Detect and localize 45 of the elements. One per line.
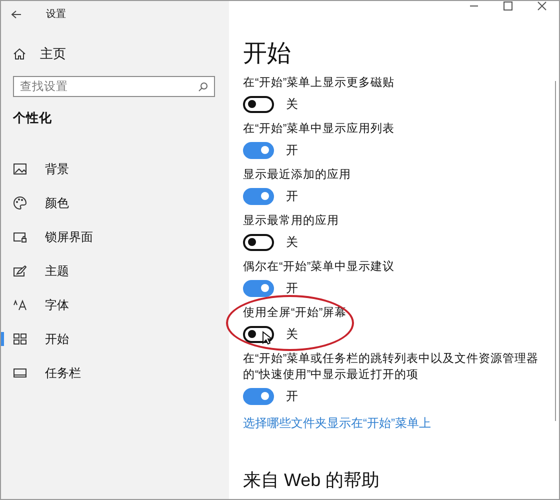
toggle-state: 开: [286, 142, 298, 158]
sidebar-item[interactable]: 颜色: [1, 186, 229, 220]
taskbar-icon: [13, 368, 27, 378]
home-icon: [13, 48, 26, 60]
setting-label: 在“开始”菜单上显示更多磁贴: [243, 76, 396, 91]
sidebar-item[interactable]: 开始: [1, 322, 229, 356]
cursor-icon: [262, 330, 272, 344]
toggle-state: 关: [286, 326, 298, 342]
toggle-switch[interactable]: [243, 96, 274, 112]
window-title: 设置: [46, 8, 66, 21]
home-item[interactable]: 主页: [1, 27, 229, 67]
sidebar-item[interactable]: 背景: [1, 152, 229, 186]
picture-frame-icon: [13, 163, 27, 175]
setting-label: 在“开始”菜单中显示应用列表: [243, 122, 396, 137]
toggle-state: 开: [286, 188, 298, 204]
setting-label: 在“开始”菜单或任务栏的跳转列表中以及文件资源管理器的“快速使用”中显示最近打开的项: [243, 352, 540, 383]
sidebar-item[interactable]: 任务栏: [1, 356, 229, 390]
start-tiles-icon: [13, 333, 27, 345]
toggle-switch[interactable]: [243, 142, 274, 158]
back-icon[interactable]: [11, 10, 22, 18]
toggle-state: 关: [286, 96, 298, 112]
folders-link[interactable]: 选择哪些文件夹显示在“开始”菜单上: [243, 415, 431, 432]
search-field[interactable]: 查找设置: [13, 76, 215, 97]
setting-label: 显示最近添加的应用: [243, 168, 352, 183]
sidebar-item[interactable]: 字体: [1, 288, 229, 322]
scrollbar[interactable]: [555, 81, 556, 421]
page-title: 开始: [243, 39, 292, 69]
sidebar-item[interactable]: 锁屏界面: [1, 220, 229, 254]
search-icon: [198, 82, 208, 92]
sidebar-item[interactable]: 主题: [1, 254, 229, 288]
setting-label: 显示最常用的应用: [243, 214, 340, 229]
palette-icon: [13, 196, 27, 210]
brush-frame-icon: [13, 264, 27, 278]
help-heading: 来自 Web 的帮助: [243, 469, 381, 492]
toggle-state: 开: [286, 280, 298, 296]
lock-screen-icon: [13, 231, 27, 243]
toggle-switch[interactable]: [243, 388, 274, 404]
setting-label: 偶尔在“开始”菜单中显示建议: [243, 259, 396, 275]
toggle-switch[interactable]: [243, 234, 274, 250]
section-heading: 个性化: [12, 110, 53, 127]
font-size-icon: [13, 299, 27, 311]
toggle-switch[interactable]: [243, 280, 274, 296]
toggle-switch[interactable]: [243, 188, 274, 204]
toggle-state: 开: [286, 388, 298, 404]
toggle-state: 关: [286, 234, 298, 250]
